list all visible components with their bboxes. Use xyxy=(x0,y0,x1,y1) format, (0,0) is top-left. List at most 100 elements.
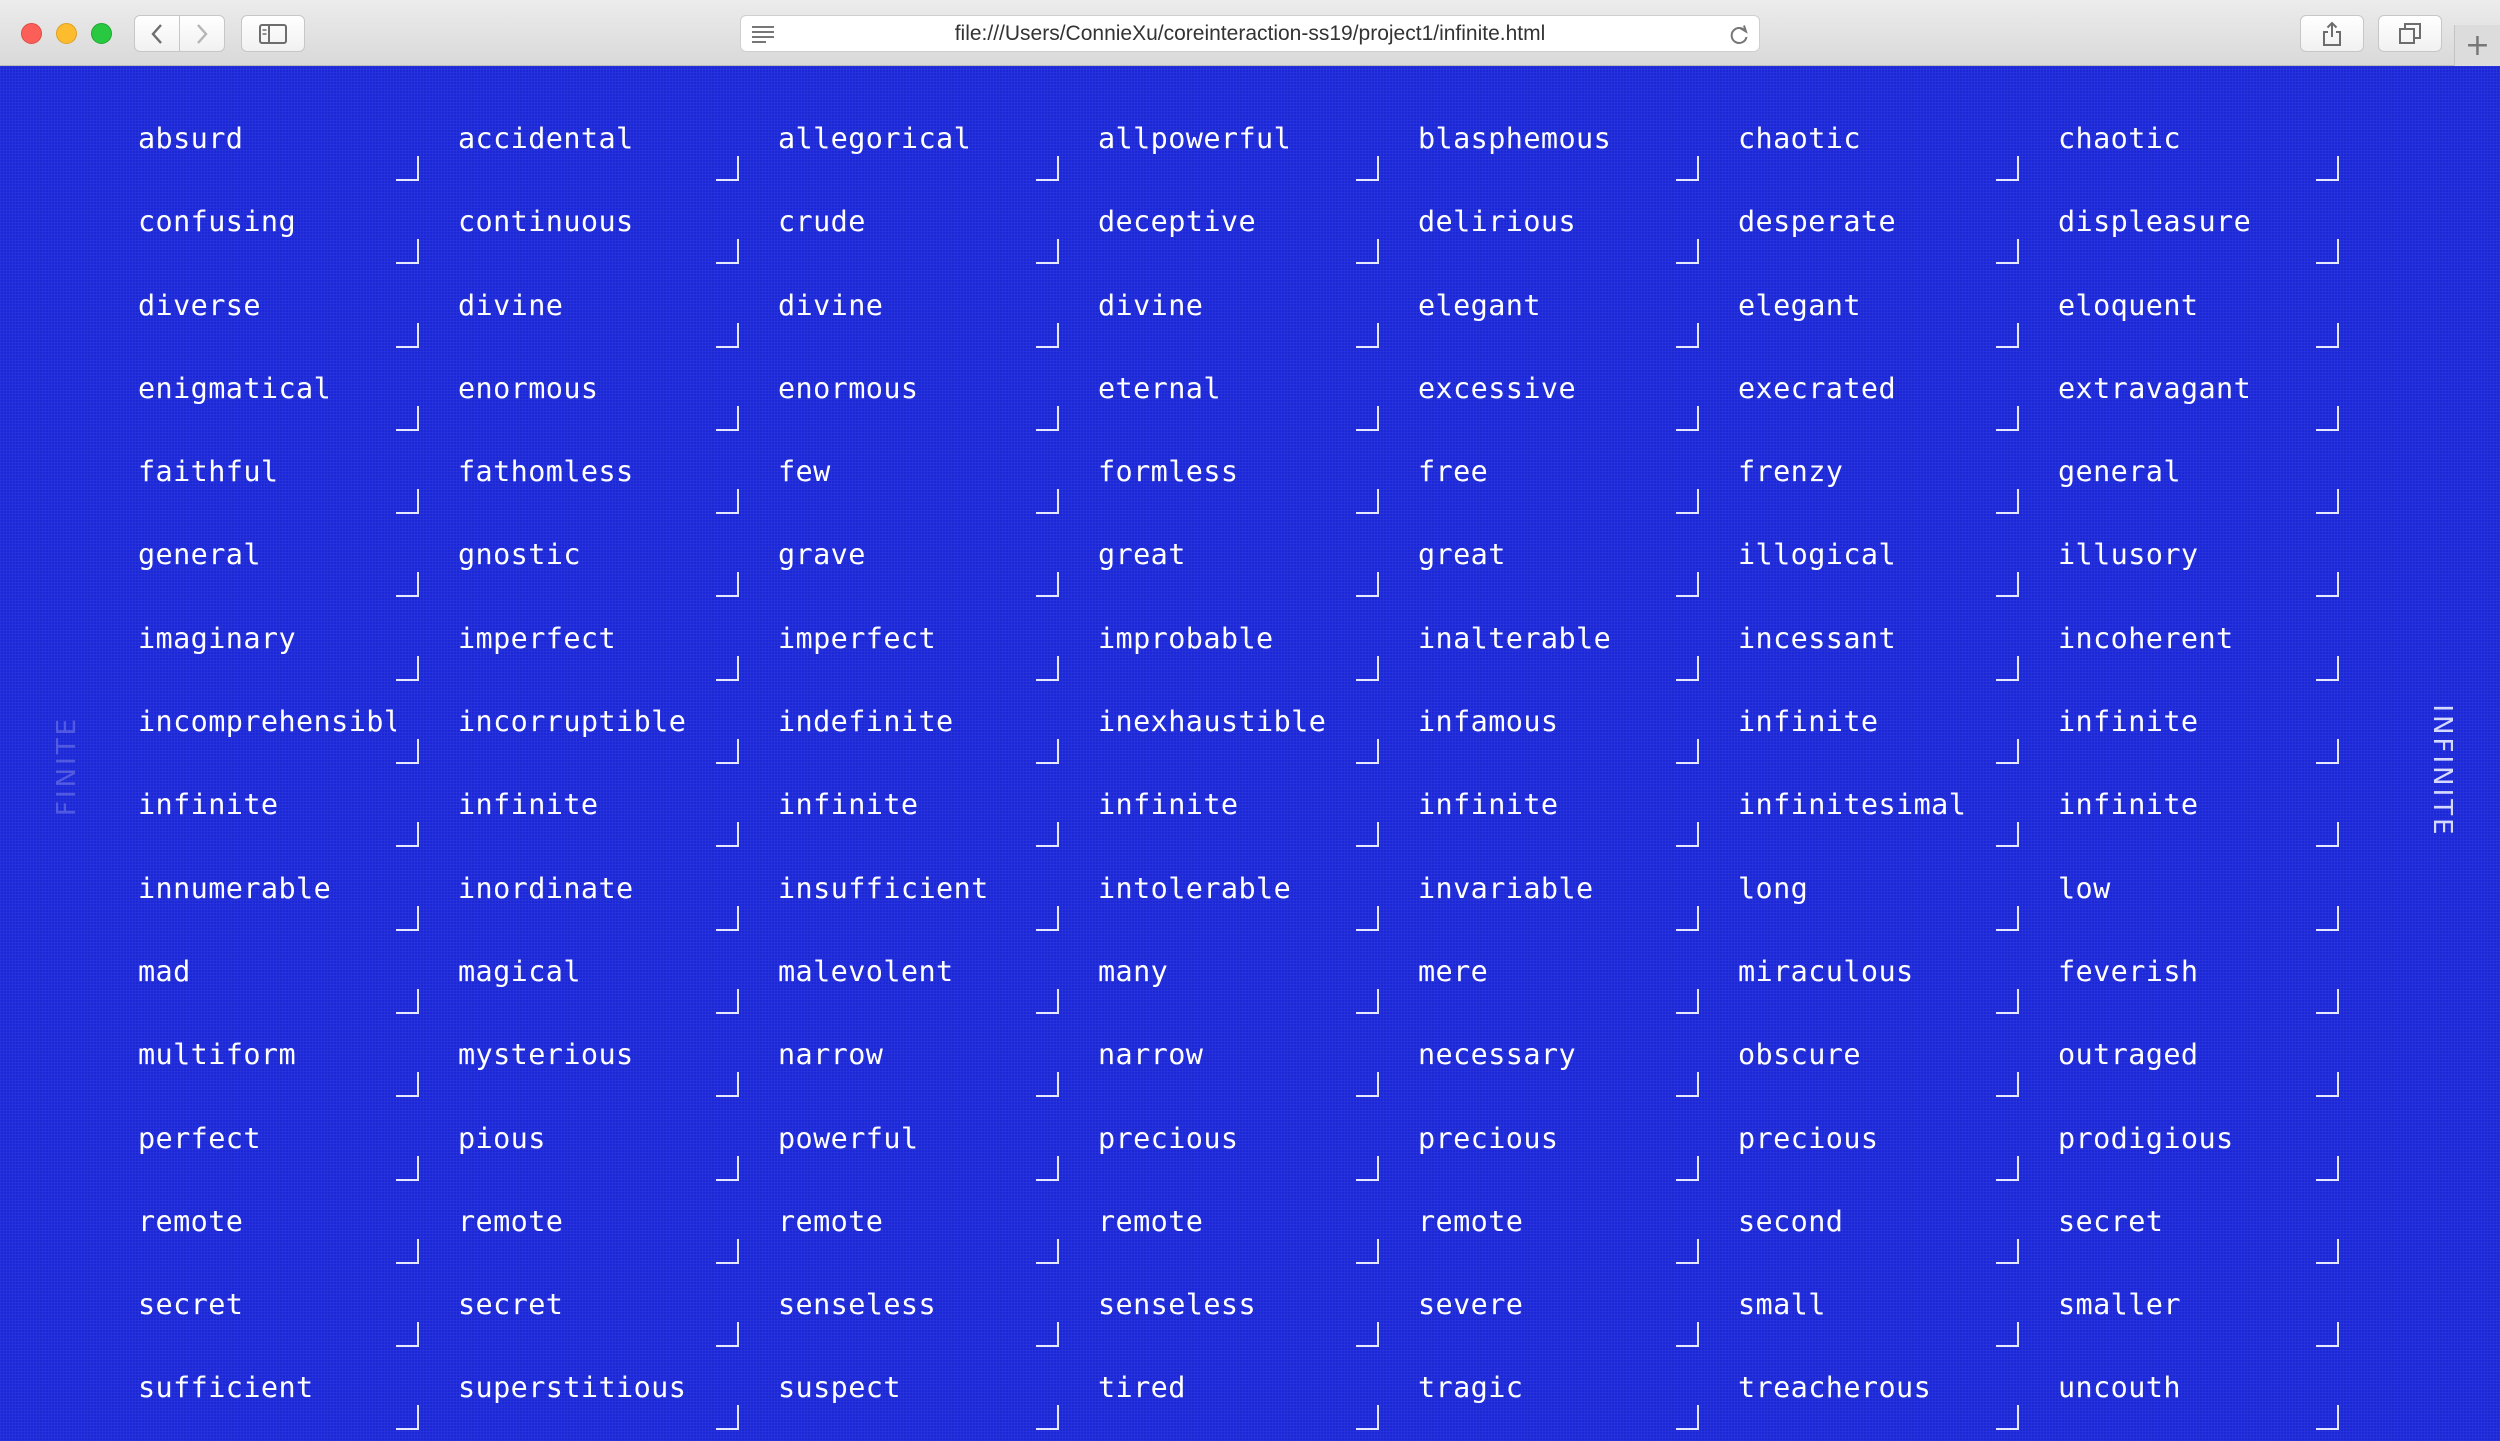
word-checkbox[interactable] xyxy=(1676,822,1699,848)
zoom-window-button[interactable] xyxy=(91,23,112,44)
word-checkbox[interactable] xyxy=(1996,489,2019,515)
word-checkbox[interactable] xyxy=(1036,1155,1059,1181)
word-checkbox[interactable] xyxy=(1356,1072,1379,1098)
word-checkbox[interactable] xyxy=(716,572,739,598)
word-checkbox[interactable] xyxy=(1036,655,1059,681)
word-checkbox[interactable] xyxy=(1676,739,1699,765)
word-checkbox[interactable] xyxy=(1676,239,1699,265)
word-checkbox[interactable] xyxy=(1996,1155,2019,1181)
word-checkbox[interactable] xyxy=(1036,1322,1059,1348)
word-checkbox[interactable] xyxy=(396,1238,419,1264)
word-checkbox[interactable] xyxy=(1996,1405,2019,1431)
word-checkbox[interactable] xyxy=(2316,988,2339,1014)
word-checkbox[interactable] xyxy=(1676,572,1699,598)
word-checkbox[interactable] xyxy=(396,489,419,515)
word-checkbox[interactable] xyxy=(1356,739,1379,765)
word-checkbox[interactable] xyxy=(1356,905,1379,931)
word-checkbox[interactable] xyxy=(1996,572,2019,598)
word-checkbox[interactable] xyxy=(1356,489,1379,515)
word-checkbox[interactable] xyxy=(1036,572,1059,598)
word-checkbox[interactable] xyxy=(1036,322,1059,348)
word-checkbox[interactable] xyxy=(396,1405,419,1431)
word-checkbox[interactable] xyxy=(1676,988,1699,1014)
word-checkbox[interactable] xyxy=(1356,1322,1379,1348)
word-checkbox[interactable] xyxy=(1036,1405,1059,1431)
minimize-window-button[interactable] xyxy=(56,23,77,44)
word-checkbox[interactable] xyxy=(1356,322,1379,348)
word-checkbox[interactable] xyxy=(1356,988,1379,1014)
word-checkbox[interactable] xyxy=(716,1072,739,1098)
word-checkbox[interactable] xyxy=(396,905,419,931)
word-checkbox[interactable] xyxy=(1676,1405,1699,1431)
word-checkbox[interactable] xyxy=(396,655,419,681)
word-checkbox[interactable] xyxy=(1996,739,2019,765)
word-checkbox[interactable] xyxy=(1676,405,1699,431)
word-checkbox[interactable] xyxy=(2316,322,2339,348)
word-checkbox[interactable] xyxy=(2316,655,2339,681)
word-checkbox[interactable] xyxy=(1676,905,1699,931)
word-checkbox[interactable] xyxy=(396,322,419,348)
word-checkbox[interactable] xyxy=(1036,405,1059,431)
reload-icon[interactable] xyxy=(1729,24,1749,46)
word-checkbox[interactable] xyxy=(1356,239,1379,265)
word-checkbox[interactable] xyxy=(716,1322,739,1348)
word-checkbox[interactable] xyxy=(1356,1238,1379,1264)
forward-button[interactable] xyxy=(179,16,224,51)
word-checkbox[interactable] xyxy=(1036,739,1059,765)
word-checkbox[interactable] xyxy=(2316,822,2339,848)
word-checkbox[interactable] xyxy=(716,905,739,931)
word-checkbox[interactable] xyxy=(2316,405,2339,431)
word-checkbox[interactable] xyxy=(1996,988,2019,1014)
word-checkbox[interactable] xyxy=(1676,1072,1699,1098)
word-checkbox[interactable] xyxy=(716,239,739,265)
word-checkbox[interactable] xyxy=(1676,1238,1699,1264)
word-checkbox[interactable] xyxy=(1036,489,1059,515)
word-checkbox[interactable] xyxy=(1996,405,2019,431)
word-checkbox[interactable] xyxy=(1356,655,1379,681)
word-checkbox[interactable] xyxy=(396,739,419,765)
word-checkbox[interactable] xyxy=(1036,1238,1059,1264)
word-checkbox[interactable] xyxy=(1676,156,1699,181)
word-checkbox[interactable] xyxy=(2316,156,2339,181)
back-button[interactable] xyxy=(135,16,179,51)
word-checkbox[interactable] xyxy=(2316,1238,2339,1264)
word-checkbox[interactable] xyxy=(396,1072,419,1098)
word-checkbox[interactable] xyxy=(1996,1322,2019,1348)
show-tabs-button[interactable] xyxy=(2378,15,2442,52)
word-checkbox[interactable] xyxy=(1036,1072,1059,1098)
word-checkbox[interactable] xyxy=(1356,572,1379,598)
word-checkbox[interactable] xyxy=(1676,655,1699,681)
word-checkbox[interactable] xyxy=(2316,1155,2339,1181)
word-checkbox[interactable] xyxy=(2316,1072,2339,1098)
word-checkbox[interactable] xyxy=(1676,1155,1699,1181)
word-checkbox[interactable] xyxy=(1356,1155,1379,1181)
word-checkbox[interactable] xyxy=(396,822,419,848)
word-checkbox[interactable] xyxy=(1036,905,1059,931)
word-checkbox[interactable] xyxy=(396,239,419,265)
word-checkbox[interactable] xyxy=(716,1155,739,1181)
word-checkbox[interactable] xyxy=(1356,822,1379,848)
word-checkbox[interactable] xyxy=(1356,156,1379,181)
word-checkbox[interactable] xyxy=(1996,1238,2019,1264)
word-checkbox[interactable] xyxy=(1356,1405,1379,1431)
word-checkbox[interactable] xyxy=(1996,655,2019,681)
word-checkbox[interactable] xyxy=(1996,905,2019,931)
close-window-button[interactable] xyxy=(21,23,42,44)
word-checkbox[interactable] xyxy=(1996,156,2019,181)
word-checkbox[interactable] xyxy=(1036,988,1059,1014)
word-checkbox[interactable] xyxy=(1036,239,1059,265)
word-checkbox[interactable] xyxy=(716,489,739,515)
word-checkbox[interactable] xyxy=(1676,489,1699,515)
word-checkbox[interactable] xyxy=(396,988,419,1014)
word-checkbox[interactable] xyxy=(396,1322,419,1348)
word-checkbox[interactable] xyxy=(2316,739,2339,765)
word-checkbox[interactable] xyxy=(1996,1072,2019,1098)
word-checkbox[interactable] xyxy=(396,405,419,431)
word-checkbox[interactable] xyxy=(716,1405,739,1431)
word-checkbox[interactable] xyxy=(716,988,739,1014)
new-tab-button[interactable]: + xyxy=(2454,25,2500,66)
word-checkbox[interactable] xyxy=(2316,1405,2339,1431)
word-checkbox[interactable] xyxy=(2316,905,2339,931)
word-checkbox[interactable] xyxy=(2316,1322,2339,1348)
word-checkbox[interactable] xyxy=(716,405,739,431)
